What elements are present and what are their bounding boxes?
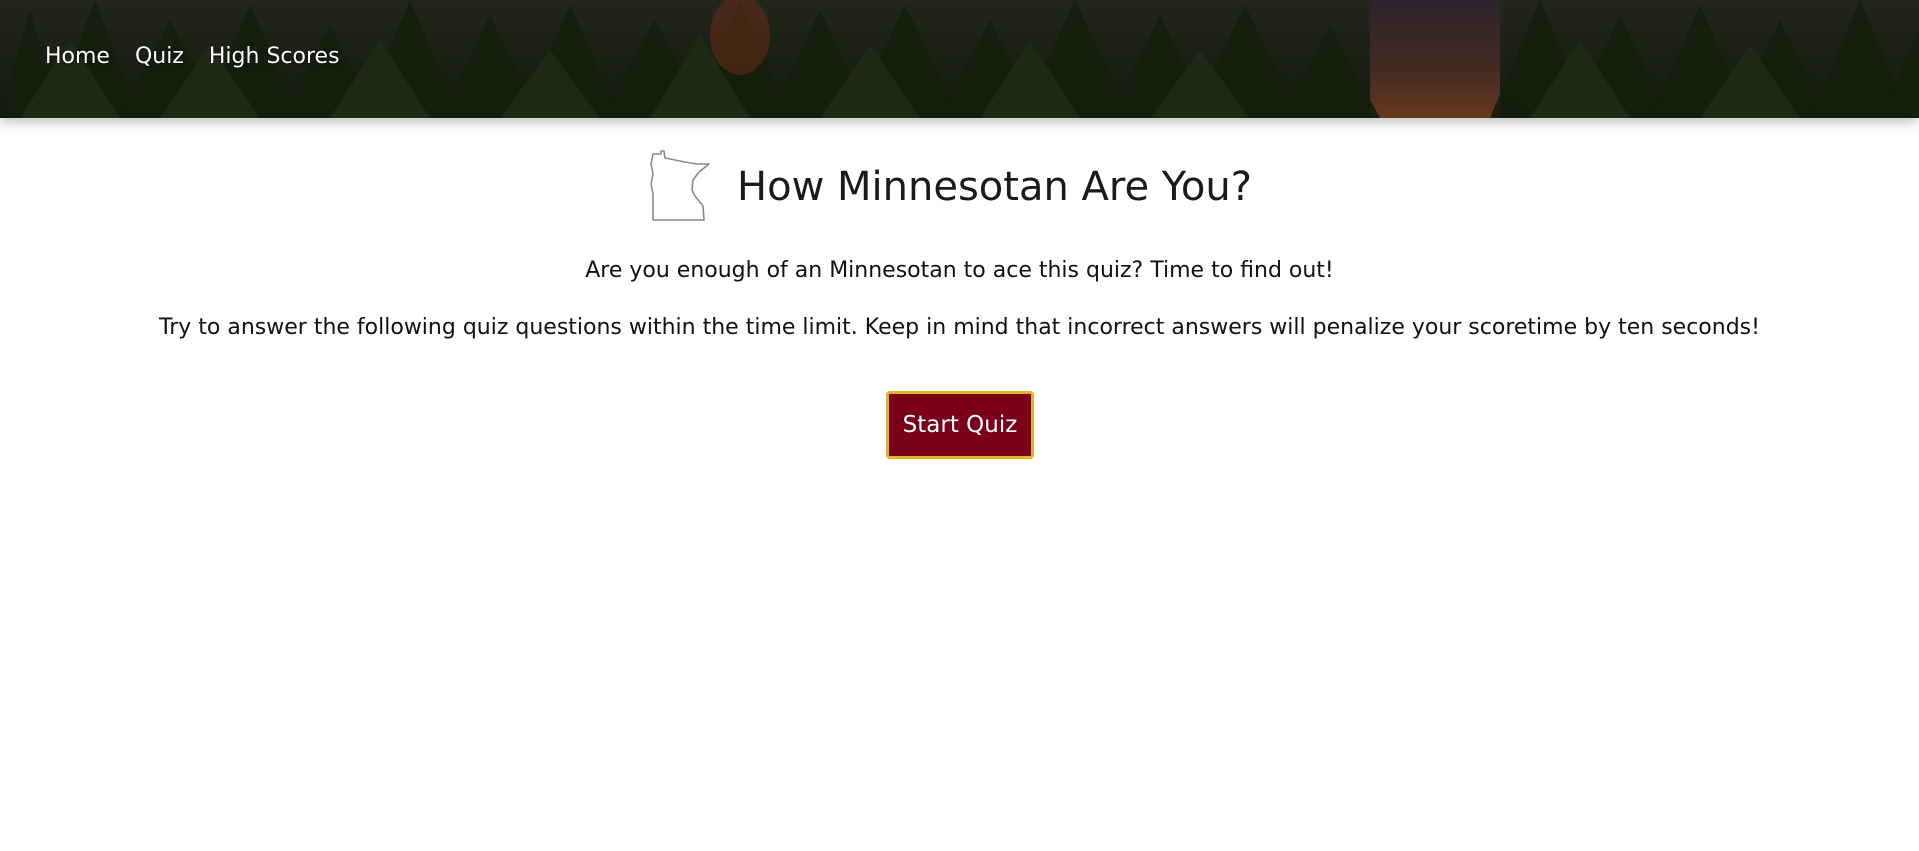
minnesota-state-icon [650, 150, 710, 221]
title-row: How Minnesotan Are You? [0, 150, 1919, 224]
nav-high-scores-link[interactable]: High Scores [209, 44, 340, 69]
main-nav: Home Quiz High Scores [45, 44, 365, 69]
instructions-text: Try to answer the following quiz questio… [159, 315, 1760, 340]
nav-home-link[interactable]: Home [45, 44, 110, 69]
start-quiz-button[interactable]: Start Quiz [886, 391, 1034, 459]
page-title: How Minnesotan Are You? [737, 164, 1252, 210]
nav-quiz-link[interactable]: Quiz [135, 44, 184, 69]
intro-text: Are you enough of an Minnesotan to ace t… [585, 258, 1334, 283]
site-header: Home Quiz High Scores [0, 0, 1919, 118]
